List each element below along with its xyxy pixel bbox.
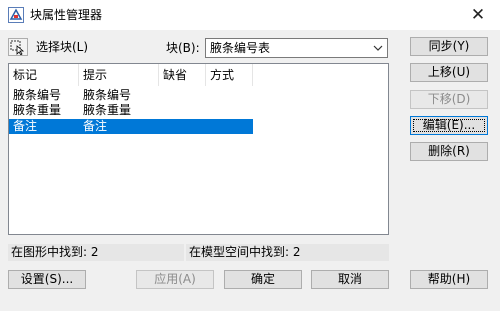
close-button[interactable]: ✕ [460,2,496,28]
title-bar: 块属性管理器 ✕ [0,0,500,30]
cad-block-attribute-icon [8,7,24,23]
settings-button[interactable]: 设置(S)... [8,270,86,289]
window-title: 块属性管理器 [30,8,103,22]
help-button[interactable]: 帮助(H) [410,270,488,289]
move-down-button[interactable]: 下移(D) [410,90,488,109]
chevron-down-icon [373,45,383,51]
table-row[interactable]: 腋条编号 腋条编号 [9,88,253,103]
sync-button[interactable]: 同步(Y) [410,37,488,56]
cell-tag: 腋条重量 [13,103,62,117]
table-row[interactable]: 腋条重量 腋条重量 [9,103,253,118]
column-header-prompt[interactable]: 提示 [79,64,159,86]
pick-block-cursor-icon [10,40,25,56]
cell-prompt: 腋条重量 [83,103,132,117]
column-header-tag[interactable]: 标记 [9,64,79,86]
column-header-mode[interactable]: 方式 [206,64,253,86]
pick-block-label: 选择块(L) [36,40,89,54]
block-label: 块(B): [166,41,200,55]
column-header-default[interactable]: 缺省 [159,64,206,86]
block-select[interactable]: 腋条编号表 [205,38,388,58]
attributes-list[interactable]: 标记 提示 缺省 方式 腋条编号 腋条编号 腋条重量 腋条重量 备注 备注 [8,63,389,235]
status-found-in-drawing: 在图形中找到: 2 [8,244,184,261]
move-up-button[interactable]: 上移(U) [410,63,488,82]
apply-button[interactable]: 应用(A) [136,270,214,289]
pick-block-button[interactable] [8,38,28,56]
block-select-value: 腋条编号表 [210,41,271,55]
list-header: 标记 提示 缺省 方式 [9,64,388,86]
table-row-selected[interactable]: 备注 备注 [9,119,253,134]
block-attribute-manager-dialog: 块属性管理器 ✕ 选择块(L) 块(B): 腋条编号表 标记 提示 缺省 方式 … [0,0,500,311]
cancel-button[interactable]: 取消 [311,270,389,289]
cell-prompt: 腋条编号 [83,88,132,102]
focus-ring [413,119,485,132]
status-found-in-modelspace: 在模型空间中找到: 2 [186,244,389,261]
remove-button[interactable]: 删除(R) [410,142,488,161]
cell-tag: 腋条编号 [13,88,62,102]
ok-button[interactable]: 确定 [224,270,302,289]
cell-prompt: 备注 [83,119,108,133]
cell-tag: 备注 [13,119,38,133]
edit-button[interactable]: 编辑(E)... [410,116,488,135]
